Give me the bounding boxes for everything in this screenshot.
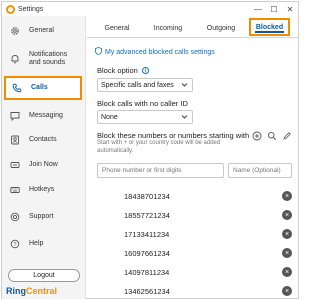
brand-ring-text: Ring xyxy=(6,286,26,296)
chat-icon xyxy=(10,111,20,121)
sidebar-item-label: Messaging xyxy=(29,112,63,119)
close-icon[interactable]: × xyxy=(282,191,292,201)
info-icon[interactable]: i xyxy=(141,67,149,74)
edit-icon[interactable] xyxy=(282,131,292,141)
no-caller-id-value: None xyxy=(101,113,118,121)
table-row: 18557721234 × xyxy=(87,206,298,225)
tab-outgoing[interactable]: Outgoing xyxy=(198,20,244,36)
sidebar-item-label: General xyxy=(29,27,54,34)
tab-general[interactable]: General xyxy=(95,20,139,36)
close-icon[interactable]: × xyxy=(282,267,292,277)
close-icon[interactable]: × xyxy=(282,286,292,296)
blocked-number: 13462561234 xyxy=(124,287,170,296)
blocked-number: 18557721234 xyxy=(124,211,170,220)
calls-tabs: General Incoming Outgoing Blocked xyxy=(87,16,298,38)
search-icon[interactable] xyxy=(267,131,277,141)
block-option-label: Block option i xyxy=(97,66,149,75)
join-now-icon xyxy=(10,160,20,170)
svg-text:?: ? xyxy=(13,242,16,248)
help-icon: ? xyxy=(10,239,20,249)
no-caller-id-label: Block calls with no caller ID xyxy=(97,99,188,108)
logout-button[interactable]: Logout xyxy=(8,269,80,282)
sidebar-item-label: Calls xyxy=(31,84,48,91)
brand-logo: RingCentral xyxy=(6,286,57,296)
window-title: Settings xyxy=(18,5,44,13)
add-icon[interactable] xyxy=(252,131,262,141)
sidebar-item-notifications[interactable]: Notifications and sounds xyxy=(2,43,86,75)
blocked-number: 18438701234 xyxy=(124,192,170,201)
no-caller-id-select[interactable]: None xyxy=(97,110,193,124)
name-input[interactable]: Name (Optional) xyxy=(228,163,292,178)
close-icon[interactable]: × xyxy=(282,229,292,239)
block-numbers-heading: Block these numbers or numbers starting … xyxy=(97,131,250,140)
gear-icon xyxy=(10,26,20,36)
close-icon[interactable]: × xyxy=(282,210,292,220)
window-controls: — ☐ ✕ xyxy=(250,2,298,16)
sidebar-item-label: Support xyxy=(29,213,54,220)
title-bar: Settings — ☐ ✕ xyxy=(2,2,298,16)
app-logo-icon xyxy=(6,4,15,14)
sidebar-item-support[interactable]: Support xyxy=(2,205,86,229)
sidebar-item-contacts[interactable]: Contacts xyxy=(2,128,86,152)
block-numbers-hint: Start with + or your country code will b… xyxy=(97,140,221,154)
table-row: 14097811234 × xyxy=(87,263,298,282)
minimize-button[interactable]: — xyxy=(250,2,266,16)
support-icon xyxy=(10,212,20,222)
keyboard-icon xyxy=(10,185,20,195)
sidebar-item-general[interactable]: General xyxy=(2,19,86,43)
sidebar: General Notifications and sounds Calls M… xyxy=(2,16,86,299)
sidebar-item-label: Contacts xyxy=(29,136,57,143)
sidebar-item-join-now[interactable]: Join Now xyxy=(2,153,86,177)
chevron-down-icon xyxy=(181,82,188,90)
bell-icon xyxy=(10,54,20,64)
blocked-number: 14097811234 xyxy=(124,268,170,277)
block-option-value: Specific calls and faxes xyxy=(101,81,174,89)
contacts-icon xyxy=(10,135,20,145)
blocked-number: 17133411234 xyxy=(124,230,170,239)
close-icon[interactable]: × xyxy=(282,248,292,258)
blocked-number: 16097661234 xyxy=(124,249,170,258)
phone-icon xyxy=(12,83,22,93)
sidebar-item-label: Join Now xyxy=(29,161,58,168)
table-row: 17133411234 × xyxy=(87,225,298,244)
phone-number-input[interactable]: Phone number or first digits xyxy=(97,163,224,178)
maximize-button[interactable]: ☐ xyxy=(266,2,282,16)
sidebar-item-label: Hotkeys xyxy=(29,186,55,193)
tab-incoming[interactable]: Incoming xyxy=(145,20,191,36)
advanced-blocked-link-text: My advanced blocked calls settings xyxy=(105,48,215,56)
sidebar-item-label: Notifications and sounds xyxy=(29,51,68,66)
settings-window: Settings — ☐ ✕ General Notifications and… xyxy=(1,1,299,299)
block-option-label-text: Block option xyxy=(97,66,138,75)
chevron-down-icon xyxy=(181,114,188,122)
shield-icon xyxy=(95,47,102,57)
table-row: 18438701234 × xyxy=(87,187,298,206)
table-row: 16097661234 × xyxy=(87,244,298,263)
sidebar-item-calls[interactable]: Calls xyxy=(4,76,82,100)
blocked-settings-panel: My advanced blocked calls settings Block… xyxy=(87,39,298,299)
sidebar-item-help[interactable]: ? Help xyxy=(2,232,86,256)
advanced-blocked-link[interactable]: My advanced blocked calls settings xyxy=(95,47,215,57)
brand-central-text: Central xyxy=(26,286,58,296)
sidebar-item-hotkeys[interactable]: Hotkeys xyxy=(2,178,86,202)
table-row: 13462561234 × xyxy=(87,282,298,300)
close-button[interactable]: ✕ xyxy=(282,2,298,16)
sidebar-item-messaging[interactable]: Messaging xyxy=(2,104,86,128)
block-option-select[interactable]: Specific calls and faxes xyxy=(97,78,193,92)
tab-blocked[interactable]: Blocked xyxy=(249,18,290,36)
sidebar-item-label: Help xyxy=(29,240,44,247)
